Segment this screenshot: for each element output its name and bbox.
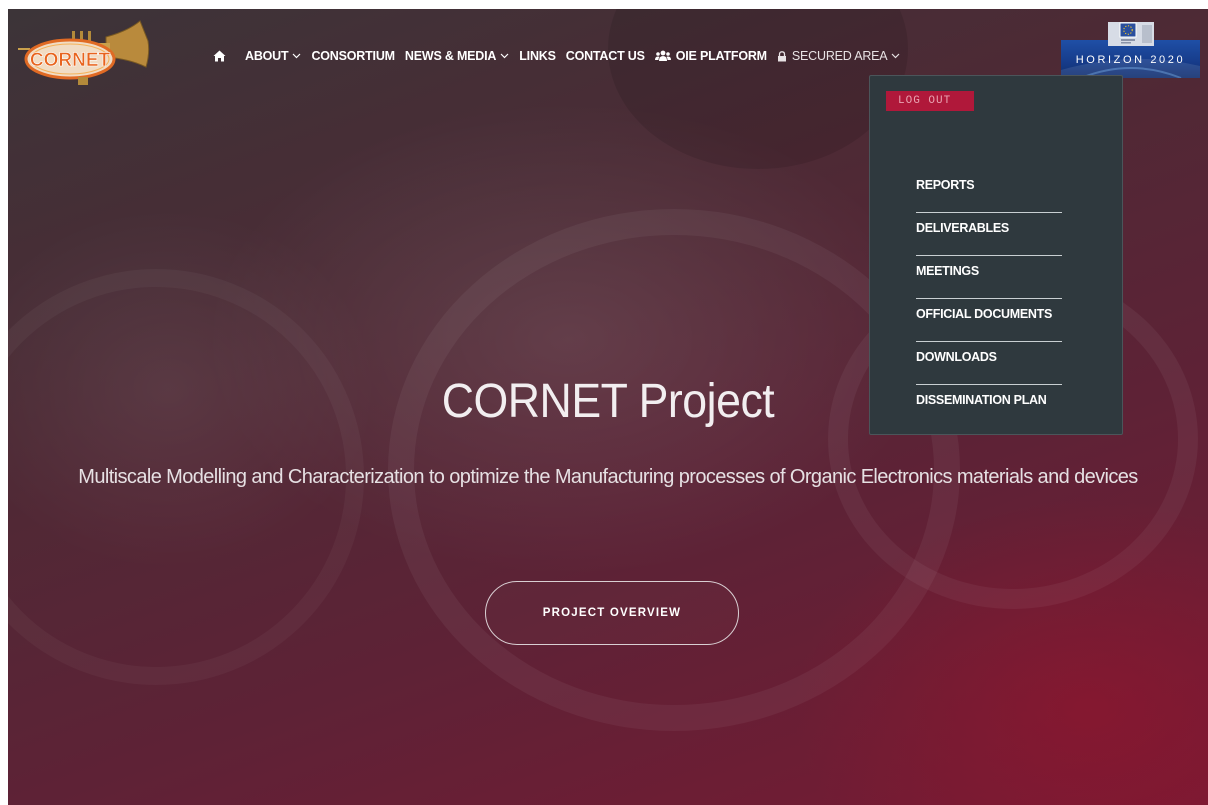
nav-about[interactable]: ABOUT (245, 49, 301, 63)
nav-links[interactable]: LINKS (519, 49, 556, 63)
nav-oie-platform[interactable]: OIE PLATFORM (654, 49, 767, 63)
nav-contact-us-label: CONTACT US (565, 49, 645, 63)
nav-about-label: ABOUT (245, 49, 289, 63)
nav-news-media[interactable]: NEWS & MEDIA (405, 49, 509, 63)
menu-item-official-documents[interactable]: OFFICIAL DOCUMENTS (916, 299, 1062, 342)
menu-item-meetings[interactable]: MEETINGS (916, 256, 1062, 299)
nav-consortium-label: CONSORTIUM (311, 49, 395, 63)
chevron-down-icon (292, 53, 301, 59)
main-navigation: ABOUT CONSORTIUM NEWS & MEDIA LINKS CONT… (213, 46, 910, 66)
chevron-down-icon (891, 53, 900, 59)
home-icon (213, 50, 226, 62)
menu-item-reports[interactable]: REPORTS (916, 170, 1062, 213)
users-icon (654, 50, 671, 62)
lock-icon (777, 50, 787, 62)
hero-subtitle: Multiscale Modelling and Characterizatio… (78, 466, 1138, 488)
logo-text: CORNET (30, 50, 111, 71)
chevron-down-icon (500, 53, 509, 59)
hero-section: CORNET ABOUT CONSORTIUM NEWS & MEDIA LIN (8, 9, 1208, 805)
nav-news-media-label: NEWS & MEDIA (404, 49, 497, 63)
hero-title: CORNET Project (441, 375, 775, 428)
eu-flag-icon (1108, 22, 1154, 55)
nav-links-label: LINKS (519, 49, 556, 63)
nav-home[interactable] (213, 50, 231, 62)
menu-item-deliverables[interactable]: DELIVERABLES (916, 213, 1062, 256)
nav-secured-area-label: SECURED AREA (791, 49, 888, 63)
nav-secured-area[interactable]: SECURED AREA (777, 49, 901, 63)
site-logo[interactable]: CORNET (18, 19, 158, 89)
logout-button[interactable]: LOG OUT (886, 91, 974, 111)
nav-contact-us[interactable]: CONTACT US (566, 49, 645, 63)
nav-consortium[interactable]: CONSORTIUM (311, 49, 395, 63)
nav-oie-platform-label: OIE PLATFORM (675, 49, 767, 63)
background-decoration (608, 9, 908, 169)
horizon-2020-text: HORIZON 2020 (1075, 54, 1186, 66)
project-overview-button[interactable]: PROJECT OVERVIEW (485, 581, 739, 645)
